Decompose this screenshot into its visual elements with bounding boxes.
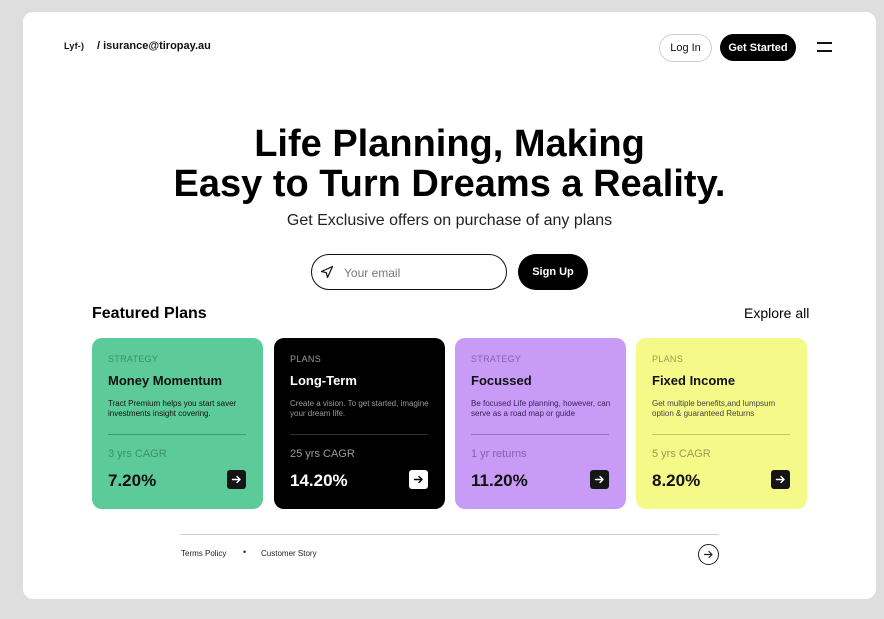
hamburger-menu-icon[interactable] bbox=[817, 42, 833, 53]
plan-category: STRATEGY bbox=[108, 354, 159, 364]
card-divider bbox=[471, 434, 609, 435]
card-divider bbox=[108, 434, 246, 435]
login-button[interactable]: Log In bbox=[659, 34, 712, 62]
plan-name: Long-Term bbox=[290, 373, 357, 388]
plan-metric-label: 25 yrs CAGR bbox=[290, 448, 355, 460]
plan-category: PLANS bbox=[652, 354, 684, 364]
brand-logo[interactable]: Lyf-) bbox=[64, 41, 84, 51]
page-frame: Lyf-) / isurance@tiropay.au Log In Get S… bbox=[23, 12, 876, 599]
footer-divider bbox=[180, 534, 719, 535]
plan-description: Create a vision. To get started, imagine… bbox=[290, 399, 429, 418]
customer-story-link[interactable]: Customer Story bbox=[261, 549, 317, 558]
card-divider bbox=[290, 434, 428, 435]
hero-subtitle: Get Exclusive offers on purchase of any … bbox=[286, 212, 613, 229]
hero-title: Life Planning, Making Easy to Turn Dream… bbox=[23, 124, 876, 204]
plan-card-fixed-income[interactable]: PLANS Fixed Income Get multiple benefits… bbox=[636, 338, 807, 509]
explore-all-link[interactable]: Explore all bbox=[744, 305, 809, 321]
terms-policy-link[interactable]: Terms Policy bbox=[181, 549, 226, 558]
plan-category: PLANS bbox=[290, 354, 322, 364]
plan-metric-value: 11.20% bbox=[471, 471, 528, 490]
plan-metric-value: 7.20% bbox=[108, 471, 157, 490]
footer-separator: • bbox=[243, 547, 247, 557]
plan-name: Money Momentum bbox=[108, 373, 223, 388]
arrow-right-icon[interactable] bbox=[771, 470, 790, 489]
plan-card-long-term[interactable]: PLANS Long-Term Create a vision. To get … bbox=[274, 338, 445, 509]
plan-metric-label: 5 yrs CAGR bbox=[652, 448, 711, 460]
send-icon bbox=[320, 265, 334, 279]
plan-card-money-momentum[interactable]: STRATEGY Money Momentum Tract Premium he… bbox=[92, 338, 263, 509]
hero-title-line-1: Life Planning, Making bbox=[254, 123, 645, 165]
arrow-right-icon[interactable] bbox=[409, 470, 428, 489]
get-started-button[interactable]: Get Started bbox=[720, 34, 796, 61]
featured-plans-title: Featured Plans bbox=[92, 305, 207, 322]
plan-description: Be focused Life planning, however, can s… bbox=[471, 399, 611, 418]
plan-description: Tract Premium helps you start saver inve… bbox=[108, 399, 237, 418]
hero-title-line-2: Easy to Turn Dreams a Reality. bbox=[173, 163, 726, 205]
plan-metric-label: 1 yr returns bbox=[471, 448, 527, 460]
arrow-right-circle-icon[interactable] bbox=[698, 544, 719, 565]
plan-card-focussed[interactable]: STRATEGY Focussed Be focused Life planni… bbox=[455, 338, 626, 509]
plan-name: Fixed Income bbox=[652, 373, 736, 388]
plan-metric-label: 3 yrs CAGR bbox=[108, 448, 167, 460]
plan-metric-value: 14.20% bbox=[290, 471, 348, 490]
plan-description: Get multiple benefits,and lumpsum option… bbox=[652, 399, 776, 418]
breadcrumb: / isurance@tiropay.au bbox=[97, 40, 211, 52]
top-navigation: Lyf-) / isurance@tiropay.au Log In Get S… bbox=[23, 12, 876, 82]
email-input[interactable] bbox=[342, 262, 501, 284]
plan-name: Focussed bbox=[471, 373, 532, 388]
plan-category: STRATEGY bbox=[471, 354, 522, 364]
arrow-right-icon[interactable] bbox=[590, 470, 609, 489]
plan-metric-value: 8.20% bbox=[652, 471, 701, 490]
card-divider bbox=[652, 434, 790, 435]
arrow-right-icon[interactable] bbox=[227, 470, 246, 489]
email-field[interactable] bbox=[311, 254, 507, 290]
sign-up-button[interactable]: Sign Up bbox=[518, 254, 588, 290]
